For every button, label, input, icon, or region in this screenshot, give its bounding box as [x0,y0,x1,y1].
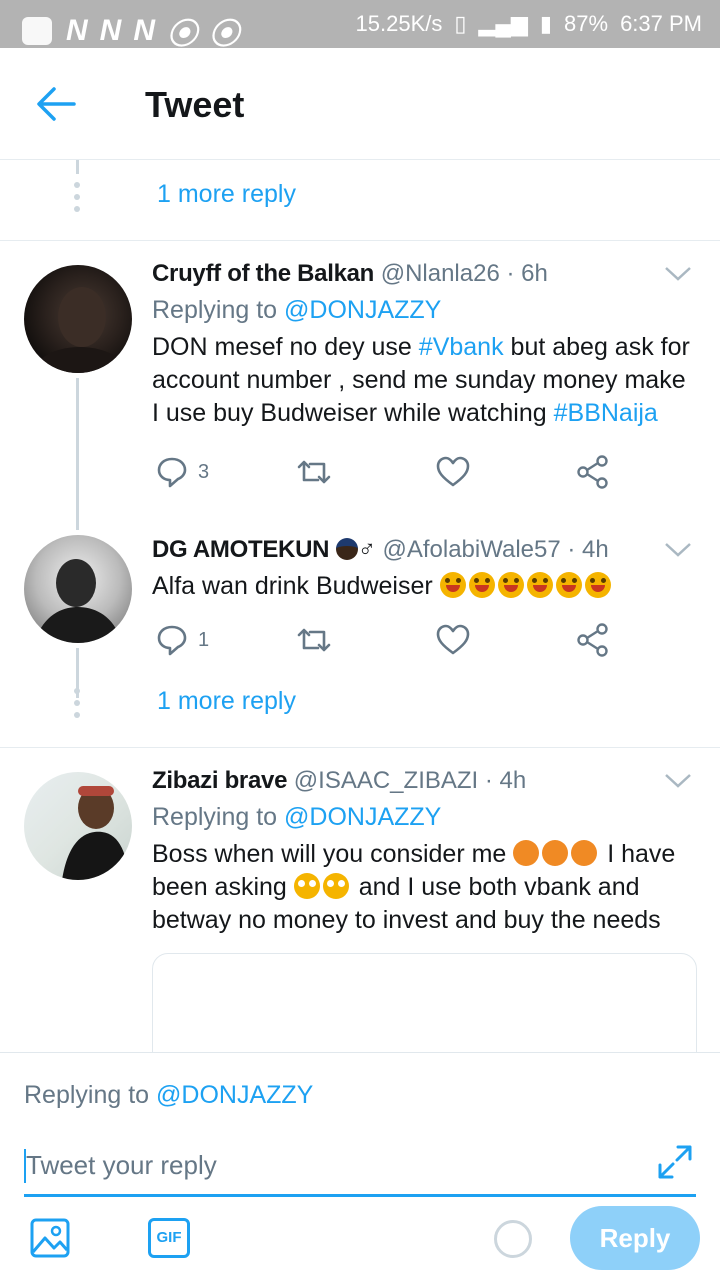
retweet-action[interactable] [296,452,332,492]
text-caret [24,1149,26,1183]
user-handle[interactable]: @Nlanla26 [381,260,500,287]
thread-line [76,378,79,530]
user-name[interactable]: Cruyff of the Balkan [152,260,374,287]
tweet[interactable]: DG AMOTEKUN ♂ @AfolabiWale57 · 4h Alfa w… [152,536,697,603]
signal-icon: ▂▄▆ [478,11,528,36]
reply-icon [157,625,187,656]
notification-icon: ⦿ [209,18,239,51]
tweet[interactable]: Zibazi brave @ISAAC_ZIBAZI · 4h Replying… [152,767,697,937]
police-emoji [335,538,358,560]
clock: 6:37 PM [620,11,702,36]
like-action[interactable] [436,452,470,492]
hashtag[interactable]: #Vbank [419,333,504,361]
divider [0,240,720,241]
user-handle[interactable]: @ISAAC_ZIBAZI [294,767,478,794]
avatar[interactable] [24,772,132,880]
replying-to: Replying to @DONJAZZY [152,803,697,832]
chevron-down-icon[interactable] [664,542,692,558]
like-action[interactable] [436,620,470,660]
reply-action[interactable]: 3 [156,452,209,492]
tweet-text-part: Alfa wan drink Budweiser [152,572,433,600]
more-replies-link[interactable]: 1 more reply [157,180,296,209]
user-name[interactable]: Zibazi brave [152,767,287,794]
tweet-actions: 3 [152,452,622,492]
more-replies-row[interactable]: 1 more reply [0,667,720,747]
message-icon [22,17,52,45]
chevron-down-icon[interactable] [664,266,692,282]
tweet-meta: Cruyff of the Balkan @Nlanla26 · 6h [152,260,697,288]
replying-to-label: Replying to [152,803,285,831]
network-speed: 15.25K/s [355,11,443,36]
gif-button[interactable]: GIF [148,1218,190,1258]
reply-input[interactable] [24,1145,696,1197]
tweet-time: · 6h [506,260,548,287]
avatar-image [62,786,128,880]
share-action[interactable] [576,620,610,660]
network-n-icon: N [66,14,88,47]
reply-count: 3 [198,460,210,483]
reply-icon [157,457,187,488]
reply-count: 1 [198,628,210,651]
reply-button[interactable]: Reply [570,1206,700,1270]
expand-icon[interactable] [656,1143,694,1181]
divider [0,747,720,748]
page-title: Tweet [145,84,245,125]
back-arrow-icon[interactable] [36,86,76,122]
app-header: Tweet [0,48,720,160]
male-sign: ♂ [357,536,376,563]
tweet-text-part: Boss when will you consider me [152,840,514,868]
media-card[interactable] [152,953,697,1052]
retweet-action[interactable] [296,620,332,660]
share-action[interactable] [576,452,610,492]
tweet-actions: 1 [152,620,622,660]
battery-level: 87% [564,11,609,36]
tweet-time: · 4h [484,767,527,794]
tweet-text-part: DON mesef no dey use [152,333,419,361]
eye-roll-emoji [293,873,352,901]
more-replies-link[interactable]: 1 more reply [157,687,296,716]
replying-to-handle[interactable]: @DONJAZZY [156,1081,313,1109]
tweet-meta: Zibazi brave @ISAAC_ZIBAZI · 4h [152,767,697,795]
hashtag[interactable]: #BBNaija [554,399,658,427]
rofl-emoji [439,572,614,600]
share-icon [577,623,608,657]
user-name[interactable]: DG AMOTEKUN [152,536,329,563]
replying-to-label: Replying to [152,296,285,324]
replying-to-handle[interactable]: @DONJAZZY [284,296,441,324]
reply-feed[interactable]: 1 more reply Cruyff of the Balkan @Nlanl… [0,160,720,1052]
more-replies-row[interactable]: 1 more reply [0,160,720,240]
composer-replying-to: Replying to @DONJAZZY [24,1081,313,1110]
tweet-text: Alfa wan drink Budweiser [152,570,697,603]
avatar[interactable] [24,265,132,373]
tweet-text: DON mesef no dey use #Vbank but abeg ask… [152,331,697,430]
tweet-time: · 4h [567,536,609,563]
vibrate-icon: ▯ [454,11,467,36]
like-icon [436,456,470,487]
avatar[interactable] [24,535,132,643]
status-bar: N N N ⦿ ⦿ 15.25K/s ▯ ▂▄▆ ▮ 87% 6:37 PM [0,0,720,51]
avatar-image [34,559,122,643]
image-icon[interactable] [30,1218,70,1258]
user-handle[interactable]: @AfolabiWale57 [382,536,560,563]
reply-action[interactable]: 1 [156,620,209,660]
replying-to: Replying to @DONJAZZY [152,296,697,325]
replying-to-handle[interactable]: @DONJAZZY [284,803,441,831]
tweet-meta: DG AMOTEKUN ♂ @AfolabiWale57 · 4h [152,536,697,564]
retweet-icon [297,628,331,652]
battery-icon: ▮ [539,11,553,36]
retweet-icon [297,460,331,484]
tired-emoji [513,840,600,868]
share-icon [577,455,608,489]
tweet[interactable]: Cruyff of the Balkan @Nlanla26 · 6h Repl… [152,260,697,430]
tweet-text: Boss when will you consider me I have be… [152,838,697,937]
character-counter [494,1220,532,1258]
avatar-image [34,287,126,373]
chevron-down-icon[interactable] [664,773,692,789]
notification-icon: ⦿ [167,18,197,51]
like-icon [436,624,470,655]
network-n-icon: N [99,14,122,47]
network-n-icon: N [133,14,155,47]
replying-to-label: Replying to [24,1081,157,1109]
